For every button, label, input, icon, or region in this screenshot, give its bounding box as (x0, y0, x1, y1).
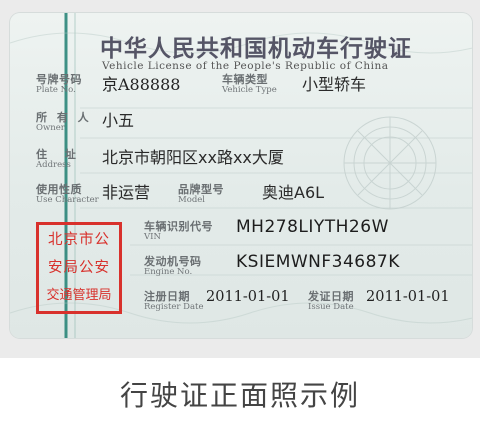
use-character-value: 非运营 (102, 183, 151, 202)
issue-date-value: 2011-01-01 (366, 289, 450, 305)
stamp-line: 交通管理局 (46, 288, 112, 303)
plate-label-en: Plate No. (36, 85, 76, 95)
example-caption: 行驶证正面照示例 (119, 379, 360, 412)
owner-value: 小五 (102, 111, 135, 130)
use-character-label-en: Use Character (36, 195, 99, 205)
register-date-label-en: Register Date (144, 302, 204, 312)
address-label-en: Address (36, 160, 71, 170)
model-value: 奥迪A6L (262, 183, 325, 202)
vehicle-license-card: 中华人民共和国机动车行驶证 Vehicle License of the Peo… (10, 13, 472, 338)
stamp-line: 安局公安 (48, 260, 110, 276)
stamp-line: 北京市公 (48, 232, 110, 248)
vehicle-type-label-en: Vehicle Type (222, 85, 277, 95)
model-label-en: Model (178, 195, 206, 205)
engine-value: KSIEMWNF34687K (236, 252, 400, 272)
engine-label-en: Engine No. (144, 267, 193, 277)
vin-value: MH278LIYTH26W (236, 217, 389, 237)
plate-value: 京A88888 (102, 75, 181, 94)
owner-label-en: Owner (36, 123, 65, 133)
official-stamp: 北京市公 安局公安 交通管理局 (36, 222, 122, 314)
vehicle-type-value: 小型轿车 (302, 75, 367, 94)
vin-label-en: VIN (144, 232, 161, 242)
register-date-value: 2011-01-01 (206, 289, 290, 305)
address-value: 北京市朝阳区xx路xx大厦 (102, 148, 284, 167)
issue-date-label-en: Issue Date (308, 302, 354, 312)
license-photo-area: 中华人民共和国机动车行驶证 Vehicle License of the Peo… (0, 0, 480, 358)
license-title-cn: 中华人民共和国机动车行驶证 (100, 35, 412, 62)
